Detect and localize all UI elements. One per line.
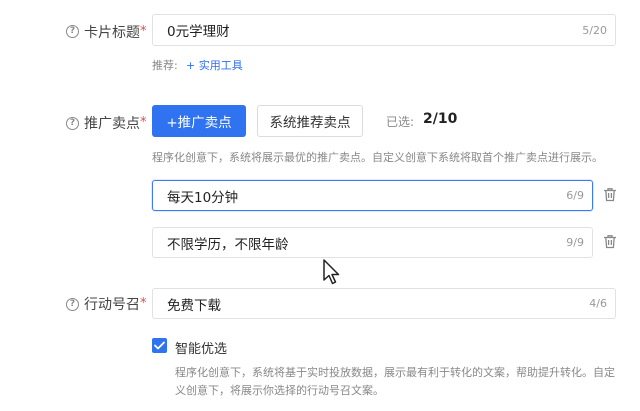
system-recommend-button[interactable]: 系统推荐卖点 [257, 105, 363, 137]
help-icon[interactable]: ? [66, 298, 79, 311]
selling-point-value: 不限学历，不限年龄 [167, 236, 289, 253]
check-icon [154, 341, 165, 350]
call-to-action-hint-line1: 程序化创意下，系统将基于实时投放数据，展示最有利于转化的文案，帮助提升转化。自定 [175, 366, 615, 379]
char-counter: 5/20 [582, 23, 607, 37]
help-icon[interactable]: ? [66, 25, 79, 38]
card-title-label: 卡片标题 [84, 25, 140, 41]
card-title-value: 0元学理财 [167, 24, 230, 40]
call-to-action-input[interactable]: 免费下载 4/6 [152, 288, 616, 319]
selling-points-hint: 程序化创意下，系统将展示最优的推广卖点。自定义创意下系统将取首个推广卖点进行展示… [152, 151, 603, 164]
selling-point-value: 每天10分钟 [167, 189, 239, 206]
help-icon[interactable]: ? [66, 117, 79, 130]
selling-point-input-1[interactable]: 每天10分钟 6/9 [152, 180, 593, 211]
smart-optimize-checkbox[interactable] [152, 338, 167, 353]
selected-prefix: 已选: [386, 115, 415, 129]
required-mark: * [140, 24, 147, 39]
recommend-prefix: 推荐: [152, 59, 178, 72]
trash-icon[interactable] [603, 187, 617, 206]
recommend-link-utility[interactable]: + 实用工具 [186, 57, 243, 73]
call-to-action-label: 行动号召 [84, 297, 140, 313]
mouse-cursor-icon [322, 258, 342, 290]
char-counter: 9/9 [566, 236, 584, 249]
call-to-action-hint-line2: 义创意下，将展示你选择的行动号召文案。 [175, 384, 384, 397]
required-mark: * [140, 296, 147, 311]
required-mark: * [140, 115, 147, 130]
selling-point-input-2[interactable]: 不限学历，不限年龄 9/9 [152, 227, 593, 258]
selling-points-label: 推广卖点 [84, 116, 140, 132]
trash-icon[interactable] [603, 234, 617, 253]
card-title-input[interactable]: 0元学理财 5/20 [152, 14, 616, 46]
char-counter: 6/9 [566, 189, 584, 202]
call-to-action-value: 免费下载 [167, 297, 221, 314]
smart-optimize-label[interactable]: 智能优选 [175, 338, 227, 357]
selected-count: 2/10 [423, 111, 458, 127]
char-counter: 4/6 [589, 297, 607, 310]
add-selling-point-button[interactable]: +推广卖点 [152, 105, 246, 137]
